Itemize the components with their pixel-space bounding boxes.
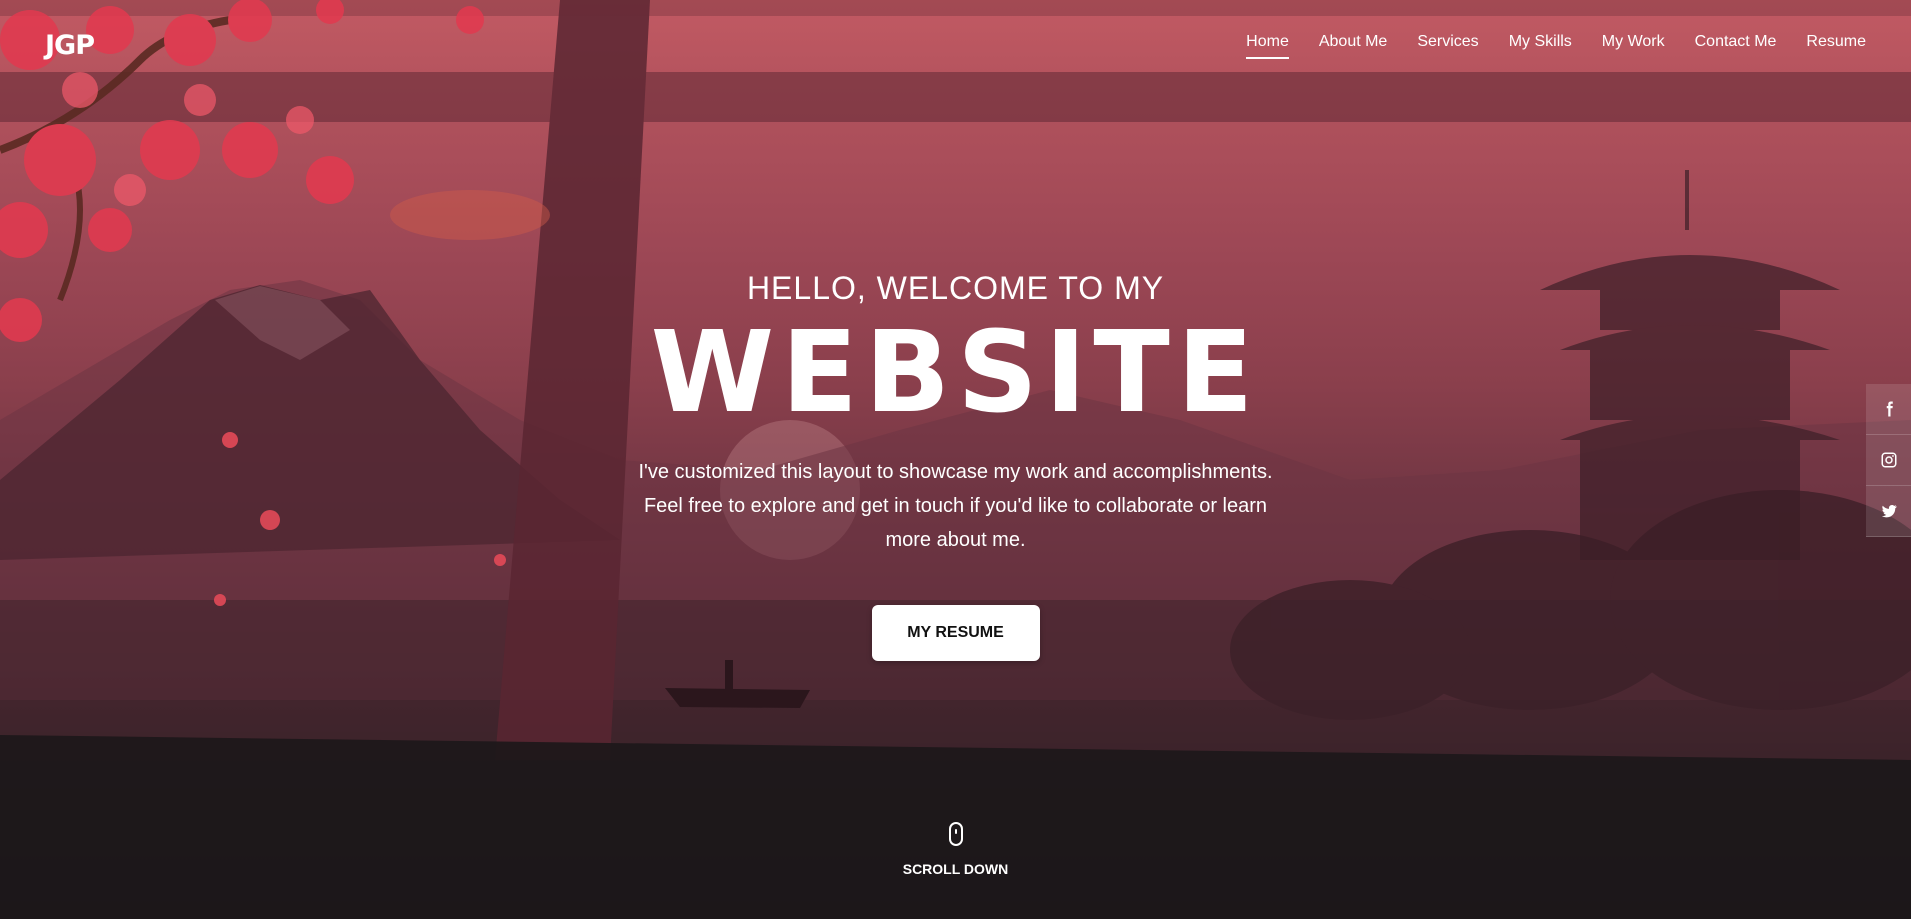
nav-item-my-work[interactable]: My Work — [1602, 27, 1665, 59]
facebook-link[interactable] — [1866, 384, 1911, 435]
scroll-down-label: SCROLL DOWN — [902, 861, 1009, 877]
facebook-icon — [1886, 401, 1893, 417]
social-sidebar — [1866, 384, 1911, 537]
nav-item-services[interactable]: Services — [1417, 27, 1478, 59]
hero-kicker: HELLO, WELCOME TO MY — [746, 270, 1165, 306]
top-navbar: JGP Home About Me Services My Skills My … — [0, 0, 1911, 86]
nav-item-my-skills[interactable]: My Skills — [1509, 27, 1572, 59]
hero-section: HELLO, WELCOME TO MY WEBSITE I've custom… — [0, 270, 1911, 661]
nav-item-about-me[interactable]: About Me — [1319, 27, 1387, 59]
nav-item-resume[interactable]: Resume — [1806, 27, 1866, 59]
twitter-icon — [1881, 504, 1897, 518]
instagram-icon — [1881, 452, 1896, 468]
nav-item-home[interactable]: Home — [1246, 27, 1289, 59]
main-nav: Home About Me Services My Skills My Work… — [1246, 27, 1866, 59]
instagram-link[interactable] — [1866, 435, 1911, 486]
scroll-down-link[interactable]: SCROLL DOWN — [0, 822, 1911, 877]
site-logo[interactable]: JGP — [45, 30, 95, 61]
twitter-link[interactable] — [1866, 486, 1911, 537]
my-resume-button[interactable]: MY RESUME — [871, 604, 1040, 661]
hero-description: I've customized this layout to showcase … — [638, 460, 1273, 551]
hero-title: WEBSITE — [650, 308, 1261, 438]
mouse-icon — [948, 822, 963, 846]
nav-item-contact-me[interactable]: Contact Me — [1695, 27, 1777, 59]
